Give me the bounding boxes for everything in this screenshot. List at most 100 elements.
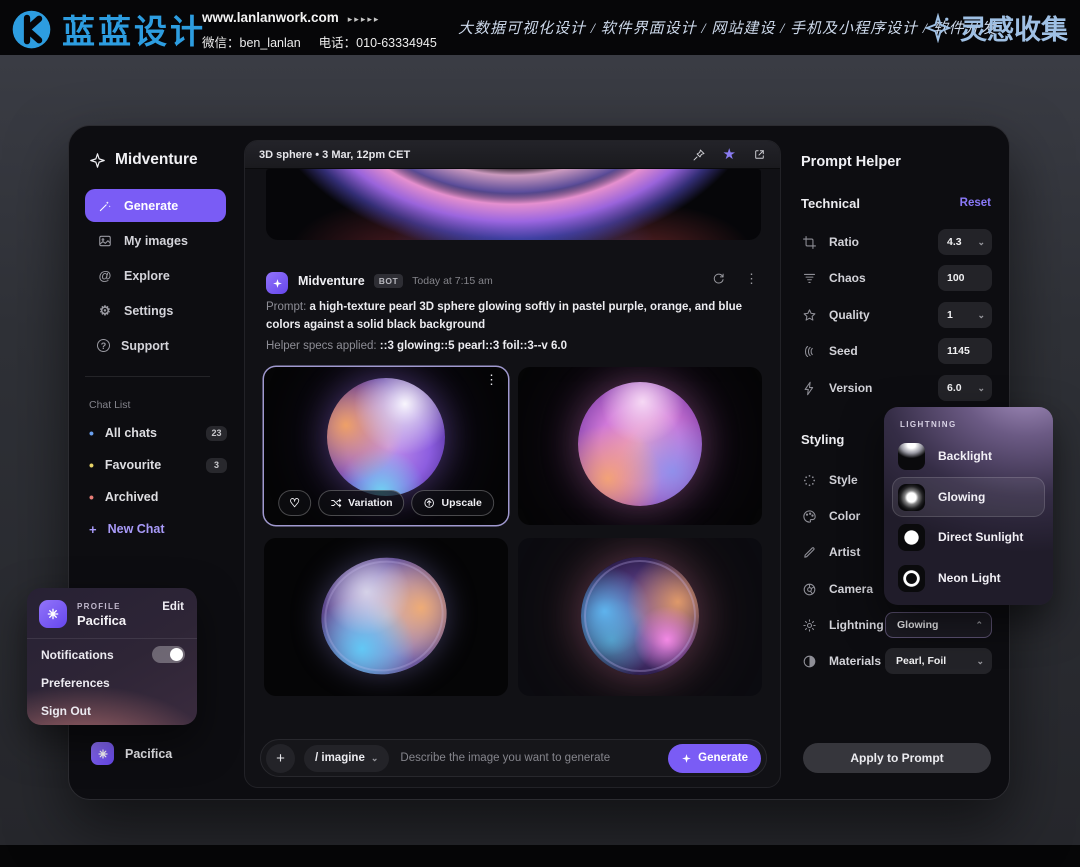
collect-logo-text: 灵感收集 <box>960 8 1068 47</box>
collect-star-icon <box>923 13 953 43</box>
generated-image-4[interactable] <box>518 538 762 696</box>
notifications-item[interactable]: Notifications <box>41 648 114 662</box>
lightning-popup-label: LIGHTNING <box>900 420 957 429</box>
sidebar-item-settings[interactable]: ⚙ Settings <box>85 294 226 327</box>
sidebar-item-my-images[interactable]: My images <box>85 224 226 257</box>
lightning-value: Glowing <box>897 619 938 631</box>
variation-label: Variation <box>348 497 392 509</box>
version-select[interactable]: 6.0 ⌄ <box>938 375 992 401</box>
option-label: Neon Light <box>938 571 1001 585</box>
chaos-icon <box>801 270 817 286</box>
lightning-option-neon-light[interactable]: Neon Light <box>892 558 1045 598</box>
specs-label: Helper specs applied: <box>266 340 377 352</box>
materials-row[interactable]: Materials Pearl, Foil ⌄ <box>801 648 992 674</box>
generated-image-1[interactable]: ⋮ ♡ Variation <box>264 367 508 525</box>
lightning-label: Lightning <box>829 618 884 632</box>
camera-label: Camera <box>829 582 873 596</box>
ratio-select[interactable]: 4.3 ⌄ <box>938 229 992 255</box>
chat-filter-archived[interactable]: • Archived <box>89 481 227 513</box>
help-icon: ? <box>97 339 110 352</box>
edit-profile-button[interactable]: Edit <box>162 601 184 613</box>
chat-filter-all[interactable]: • All chats 23 <box>89 417 227 449</box>
seed-icon <box>801 343 817 359</box>
favorite-star-icon[interactable]: ★ <box>723 147 736 162</box>
preferences-item[interactable]: Preferences <box>41 676 110 690</box>
variation-button[interactable]: Variation <box>318 490 404 516</box>
collect-logo: 灵感收集 <box>923 0 1068 55</box>
chat-header: 3D sphere • 3 Mar, 12pm CET ★ <box>245 141 780 169</box>
seed-label: Seed <box>829 344 858 358</box>
chaos-value: 100 <box>947 272 965 284</box>
reset-button[interactable]: Reset <box>960 197 991 209</box>
generated-image-2[interactable] <box>518 367 762 525</box>
new-chat-button[interactable]: + New Chat <box>89 513 227 545</box>
version-value: 6.0 <box>947 382 962 394</box>
sidebar-item-generate[interactable]: Generate <box>85 189 226 222</box>
generate-label: Generate <box>698 752 748 764</box>
bottom-strip <box>0 845 1080 867</box>
neon-light-thumbnail <box>898 565 925 592</box>
sign-out-item[interactable]: Sign Out <box>41 704 91 718</box>
sun-icon <box>801 617 817 633</box>
seed-input[interactable]: 1145 <box>938 338 992 364</box>
sparkle-logo-icon <box>89 152 106 169</box>
sparkle-icon <box>681 753 692 764</box>
screenshot-root: 蓝蓝设计 www.lanlanwork.com▸▸▸▸▸ 微信：ben_lanl… <box>0 0 1080 867</box>
lightning-option-backlight[interactable]: Backlight <box>892 436 1045 476</box>
app-logo: Midventure <box>89 151 198 169</box>
lightning-select[interactable]: Glowing ⌃ <box>885 612 992 638</box>
upscale-button[interactable]: Upscale <box>412 490 494 516</box>
plus-icon: + <box>276 750 285 767</box>
chat-title: 3D sphere • 3 Mar, 12pm CET <box>259 149 410 161</box>
bot-name: Midventure <box>298 274 365 288</box>
sidebar-item-support[interactable]: ? Support <box>85 329 226 362</box>
prompt-input[interactable] <box>398 751 659 765</box>
yellow-dot-icon: • <box>89 458 94 472</box>
chaos-input[interactable]: 100 <box>938 265 992 291</box>
profile-name: Pacifica <box>77 613 126 628</box>
chat-list: • All chats 23 • Favourite 3 • Archived … <box>89 417 227 545</box>
message-menu-icon[interactable]: ⋮ <box>745 272 758 285</box>
profile-section-label: PROFILE <box>77 602 121 611</box>
command-selector[interactable]: / imagine ⌄ <box>304 745 389 772</box>
chaos-row: Chaos 100 <box>801 265 992 291</box>
like-button[interactable]: ♡ <box>278 490 311 516</box>
count-badge: 3 <box>206 458 227 473</box>
notifications-toggle[interactable] <box>152 646 185 663</box>
phone-text: 电话：010-63334945 <box>319 36 437 50</box>
regenerate-icon[interactable] <box>712 272 725 285</box>
lightning-option-glowing[interactable]: Glowing <box>892 477 1045 517</box>
generate-button[interactable]: Generate <box>668 744 761 773</box>
command-label: / imagine <box>315 752 365 764</box>
image-menu-icon[interactable]: ⋮ <box>485 372 498 388</box>
lightning-option-direct-sunlight[interactable]: Direct Sunlight <box>892 517 1045 557</box>
previous-generation-image[interactable] <box>266 169 761 240</box>
sidebar-item-label: Support <box>121 339 169 353</box>
user-avatar <box>91 742 114 765</box>
pin-icon[interactable] <box>692 148 706 162</box>
quality-label: Quality <box>829 308 870 322</box>
sidebar-user[interactable]: Pacifica <box>91 742 172 765</box>
explore-icon: @ <box>97 268 113 284</box>
chat-panel: 3D sphere • 3 Mar, 12pm CET ★ <box>244 140 781 788</box>
lightning-row[interactable]: Lightning Glowing ⌃ <box>801 612 992 638</box>
generation-grid: ⋮ ♡ Variation <box>264 367 762 696</box>
version-row: Version 6.0 ⌄ <box>801 375 992 401</box>
lightning-popup: LIGHTNING Backlight Glowing Direct Sunli… <box>884 407 1053 605</box>
app-name: Midventure <box>115 151 198 169</box>
chat-filter-favourite[interactable]: • Favourite 3 <box>89 449 227 481</box>
open-external-icon[interactable] <box>753 148 766 161</box>
quality-select[interactable]: 1 ⌄ <box>938 302 992 328</box>
profile-avatar <box>39 600 67 628</box>
materials-select[interactable]: Pearl, Foil ⌄ <box>885 648 992 674</box>
site-banner: 蓝蓝设计 www.lanlanwork.com▸▸▸▸▸ 微信：ben_lanl… <box>0 0 1080 55</box>
apply-to-prompt-button[interactable]: Apply to Prompt <box>803 743 991 773</box>
generated-image-3[interactable] <box>264 538 508 696</box>
attach-button[interactable]: + <box>266 744 295 773</box>
style-label: Style <box>829 473 858 487</box>
camera-lens-icon <box>801 581 817 597</box>
sidebar-item-explore[interactable]: @ Explore <box>85 259 226 292</box>
arrow-up-circle-icon <box>424 497 436 509</box>
sidebar-divider <box>85 376 210 377</box>
arrows-decoration: ▸▸▸▸▸ <box>348 14 381 24</box>
